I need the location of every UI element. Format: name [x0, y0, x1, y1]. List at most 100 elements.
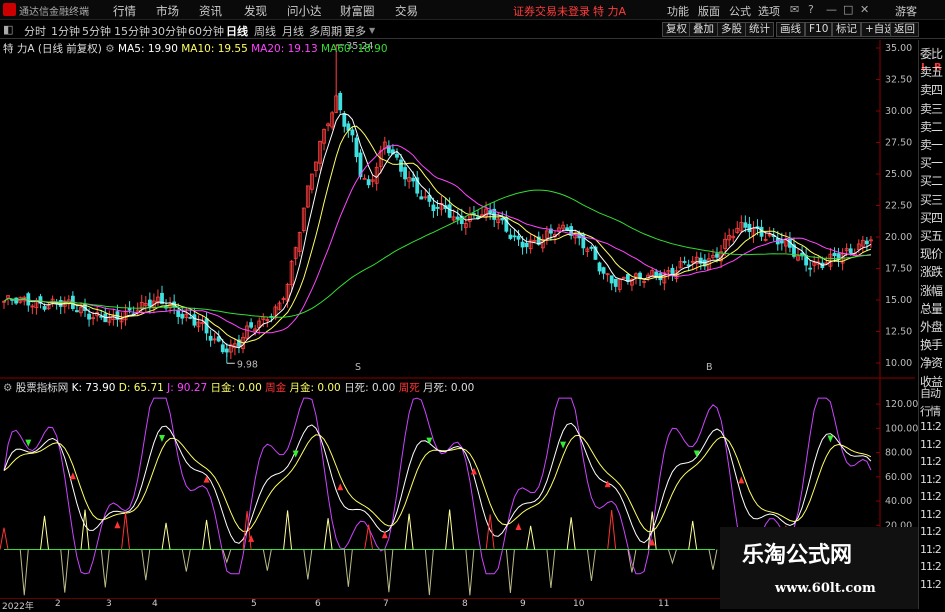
menu-caifuquan[interactable]: 财富圈 [340, 3, 375, 19]
f10-button[interactable]: F10 [805, 22, 833, 37]
candle-body [395, 153, 399, 158]
candlestick-series: 35.249.98 S B [2, 41, 873, 373]
draw-line-button[interactable]: 画线 [776, 22, 805, 37]
price-tick-label: 25.00 [885, 169, 912, 180]
buy-arrow-icon [337, 483, 344, 491]
period-1min[interactable]: 1分钟 [51, 23, 80, 39]
panel-item: 总量 [920, 301, 943, 316]
period-60min[interactable]: 60分钟 [188, 23, 224, 39]
menu-shichang[interactable]: 市场 [156, 3, 179, 19]
panel-item: 外盘 [920, 320, 943, 334]
menu-banmian[interactable]: 版面 [698, 3, 720, 19]
panel-item: 卖二 [920, 119, 943, 134]
menu-jiaoyi[interactable]: 交易 [395, 3, 418, 19]
period-more[interactable]: 更多 [344, 23, 366, 39]
price-tick-label: 17.50 [885, 264, 912, 275]
candle-body [682, 261, 687, 263]
indicator-spike [262, 549, 272, 571]
minimize-icon[interactable]: — [826, 3, 837, 16]
kline-chart[interactable]: 35.249.98 S B 35.0032.5030.0027.5025.0022.… [0, 40, 918, 598]
menu-zixun[interactable]: 资讯 [199, 3, 222, 19]
legend-yuesi: 月死: 0.00 [423, 382, 475, 394]
period-15min[interactable]: 15分钟 [114, 23, 150, 39]
price-tick-label: 15.00 [885, 295, 912, 306]
legend-zhousi: 周死 [398, 382, 420, 394]
indicator-spike [404, 513, 414, 550]
stats-button[interactable]: 统计 [745, 22, 774, 37]
candle-body [147, 299, 152, 307]
panel-tab[interactable]: 自动 [920, 385, 945, 401]
watermark-url: www.60lt.com [775, 581, 876, 596]
menu-wenxiaoda[interactable]: 问小达 [287, 3, 322, 19]
menu-hangqing[interactable]: 行情 [113, 3, 136, 19]
indicator-spike [0, 527, 9, 550]
candle-body [435, 206, 440, 209]
buy-arrow-icon [203, 475, 210, 483]
buy-marker: B [706, 362, 713, 373]
candle-body [366, 179, 371, 186]
legend-k: K: 73.90 [71, 382, 116, 394]
app-logo-icon [3, 3, 16, 16]
indicator-settings-icon[interactable]: ⚙ [3, 382, 12, 394]
indicator-spike [505, 549, 515, 593]
legend-ma20: MA20: 19.13 [251, 43, 318, 55]
x-axis-label: 9 [520, 599, 526, 609]
menu-gongneng[interactable]: 功能 [667, 3, 689, 19]
mark-button[interactable]: 标记 [832, 22, 861, 37]
panel-item: 买三 [920, 192, 943, 207]
indicator-spike [526, 525, 536, 550]
menu-gongshi[interactable]: 公式 [729, 3, 751, 19]
candle-body [455, 216, 460, 220]
guest-label[interactable]: 游客 [895, 3, 917, 19]
settings-gear-icon[interactable]: ⚙ [105, 43, 114, 55]
maximize-icon[interactable]: □ [843, 3, 853, 16]
period-5min[interactable]: 5分钟 [82, 23, 111, 39]
message-icon[interactable]: ✉ [790, 3, 799, 16]
indicator-name[interactable]: 股票指标网 [16, 382, 69, 394]
candle-body [601, 267, 606, 274]
legend-ma10: MA10: 19.55 [181, 43, 248, 55]
x-axis-label: 6 [315, 599, 321, 609]
candle-body [670, 267, 675, 276]
toolbar-toggle-icon[interactable]: ◧ [3, 23, 13, 36]
candle-body [609, 275, 614, 284]
period-fenshi[interactable]: 分时 [24, 23, 46, 39]
menu-faxian[interactable]: 发现 [244, 3, 267, 19]
fuquan-button[interactable]: 复权 [662, 22, 691, 37]
candle-body [516, 235, 521, 240]
x-axis-label: 8 [462, 599, 468, 609]
x-axis-label: 3 [106, 599, 112, 609]
chevron-down-icon[interactable]: ▼ [369, 26, 375, 35]
legend-zhoujin: 周金 [265, 382, 287, 394]
period-multi[interactable]: 多周期 [309, 23, 342, 39]
period-30min[interactable]: 30分钟 [151, 23, 187, 39]
trade-login-status[interactable]: 证券交易未登录 [513, 3, 590, 19]
back-button[interactable]: 返回 [890, 22, 919, 37]
indicator-spike [424, 549, 434, 596]
candle-body [176, 310, 181, 317]
panel-tab[interactable]: 行情 [920, 403, 945, 419]
period-monthly[interactable]: 月线 [282, 23, 304, 39]
ma-line [3, 144, 871, 334]
price-tick-label: 30.00 [885, 106, 912, 117]
legend-j: J: 90.27 [167, 382, 208, 394]
candle-body [180, 313, 185, 319]
indicator-spike [19, 549, 29, 596]
sell-arrow-icon [827, 435, 834, 443]
indicator-tick-label: 80.00 [885, 448, 912, 459]
multi-stock-button[interactable]: 多股 [717, 22, 746, 37]
period-weekly[interactable]: 周线 [254, 23, 276, 39]
candle-body [832, 252, 837, 257]
overlay-button[interactable]: 叠加 [689, 22, 718, 37]
close-icon[interactable]: ✕ [860, 3, 869, 16]
period-daily[interactable]: 日线 [226, 23, 248, 39]
indicator-spike [141, 549, 151, 581]
panel-item: 涨跌 [920, 265, 943, 280]
candle-body [403, 167, 407, 180]
indicator-spike [283, 510, 293, 550]
help-icon[interactable]: ? [808, 3, 814, 16]
indicator-spike [607, 510, 617, 550]
menu-xuanxiang[interactable]: 选项 [758, 3, 780, 19]
candle-body [597, 262, 602, 272]
candle-body [613, 278, 618, 287]
